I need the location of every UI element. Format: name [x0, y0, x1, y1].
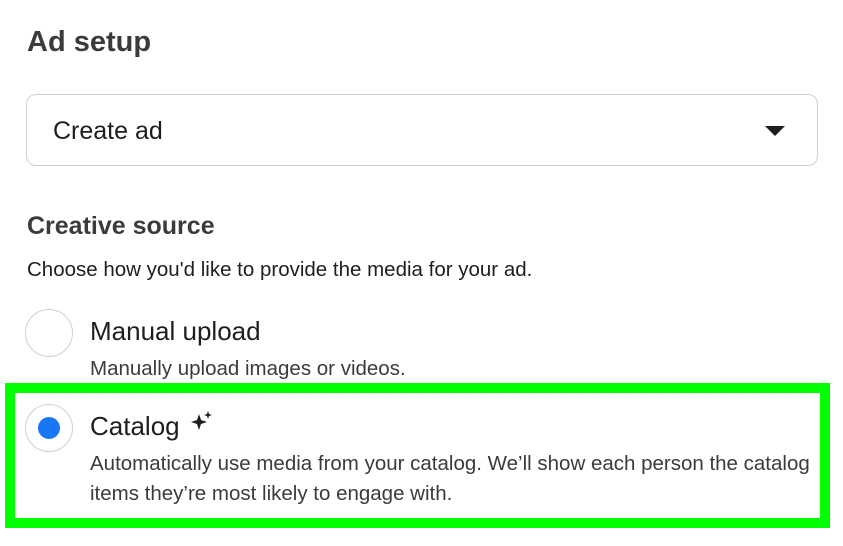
sparkle-icon — [190, 411, 212, 430]
caret-down-icon — [765, 126, 785, 136]
creative-source-helper: Choose how you'd like to provide the med… — [27, 258, 533, 281]
manual-upload-description: Manually upload images or videos. — [90, 357, 406, 380]
radio-selected-dot — [37, 416, 60, 439]
creative-source-title: Creative source — [27, 212, 215, 240]
option-manual-upload[interactable]: Manual upload Manually upload images or … — [24, 308, 814, 386]
option-catalog[interactable]: Catalog Automatically use media from you… — [24, 403, 814, 513]
ad-setup-title: Ad setup — [27, 26, 152, 58]
catalog-radio[interactable] — [25, 404, 73, 452]
catalog-label: Catalog — [90, 410, 214, 442]
catalog-label-text: Catalog — [90, 411, 180, 441]
ad-type-select[interactable]: Create ad — [26, 94, 818, 166]
manual-upload-radio[interactable] — [25, 309, 73, 357]
ad-setup-panel: Ad setup Create ad Creative source Choos… — [0, 0, 843, 546]
manual-upload-label-text: Manual upload — [90, 316, 261, 346]
catalog-description: Automatically use media from your catalo… — [90, 452, 810, 505]
ad-type-select-value: Create ad — [53, 117, 163, 145]
manual-upload-label: Manual upload — [90, 315, 261, 347]
